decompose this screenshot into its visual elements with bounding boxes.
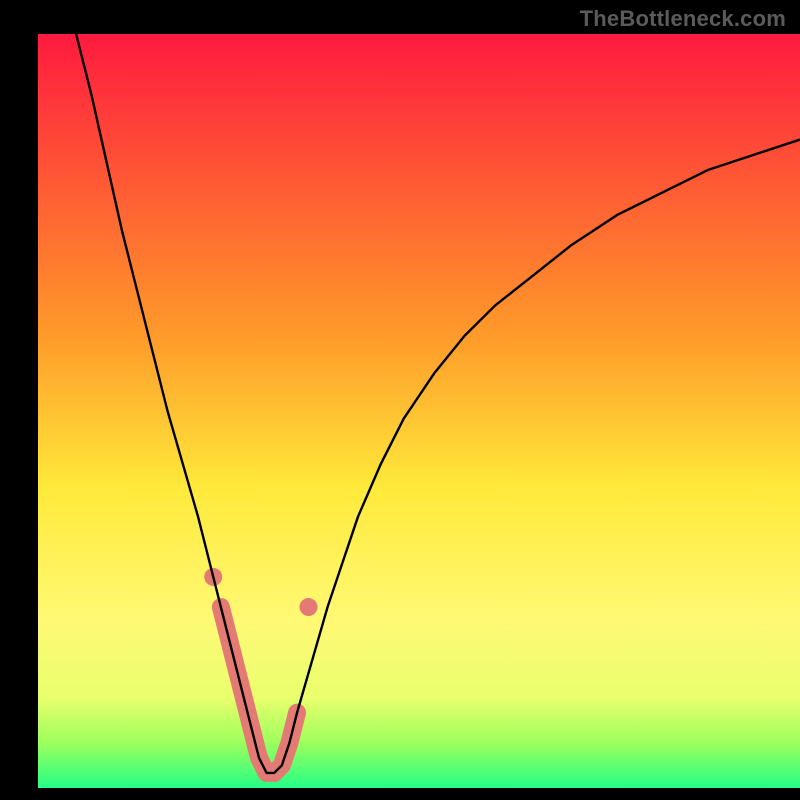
highlight-dot-1 (300, 598, 318, 616)
plot-background (38, 34, 800, 788)
chart-container: TheBottleneck.com (0, 0, 800, 800)
watermark-text: TheBottleneck.com (580, 6, 786, 32)
bottleneck-chart (0, 0, 800, 800)
